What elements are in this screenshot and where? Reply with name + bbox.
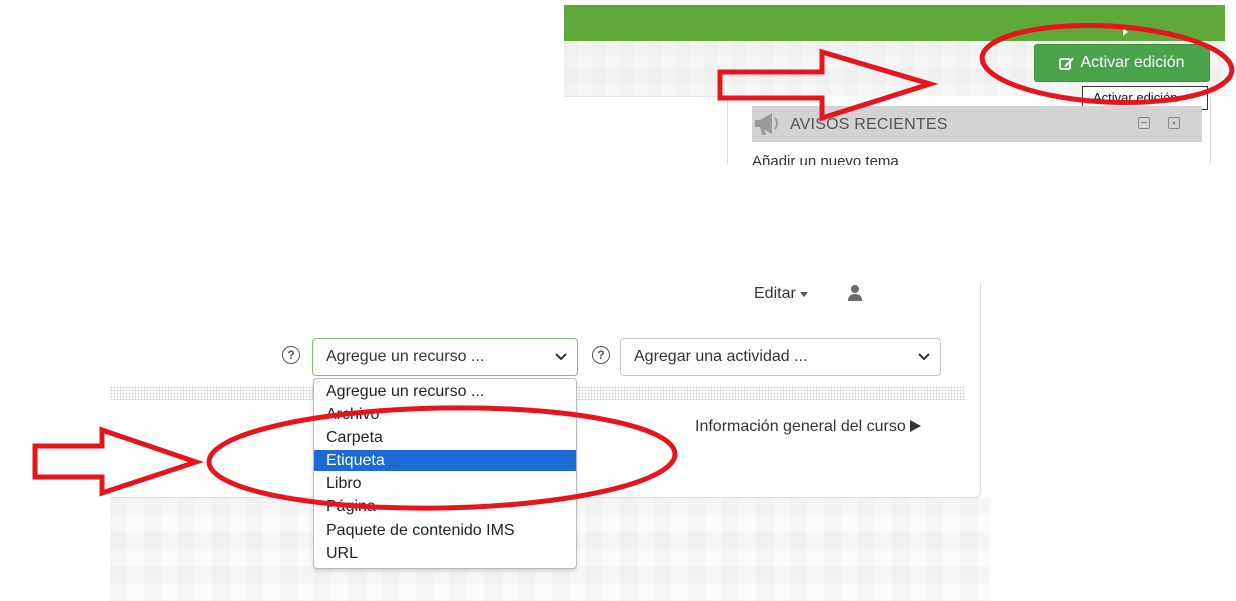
activar-edicion-label: Activar edición	[1080, 54, 1185, 71]
top-green-bar	[564, 5, 1225, 41]
add-resource-select[interactable]: Agregue un recurso ...	[312, 338, 578, 376]
option-libro[interactable]: Libro	[314, 473, 576, 494]
divider	[564, 96, 724, 97]
question-circle-icon[interactable]: ?	[282, 346, 300, 364]
chevron-down-icon	[555, 353, 567, 361]
option-url[interactable]: URL	[314, 543, 576, 564]
resource-dropdown-list: Agregue un recurso ... Archivo Carpeta E…	[313, 378, 577, 569]
question-circle-icon[interactable]: ?	[592, 346, 610, 364]
editar-label: Editar	[754, 285, 796, 302]
megaphone-icon	[752, 110, 784, 141]
caret-down-icon	[799, 292, 808, 297]
chevron-down-icon	[918, 353, 930, 361]
add-activity-value: Agregar una actividad ...	[634, 348, 808, 365]
user-icon[interactable]	[848, 284, 862, 307]
add-resource-value: Agregue un recurso ...	[326, 348, 485, 365]
triangle-right-icon	[909, 420, 921, 432]
option-carpeta[interactable]: Carpeta	[314, 427, 576, 448]
option-etiqueta[interactable]: Etiqueta	[314, 450, 576, 471]
option-agregue-recurso[interactable]: Agregue un recurso ...	[314, 381, 576, 402]
course-info-link[interactable]: Información general del curso	[695, 418, 921, 436]
course-info-label: Información general del curso	[695, 418, 906, 435]
play-icon	[1123, 28, 1128, 36]
edit-square-icon	[1059, 56, 1075, 71]
block-title: AVISOS RECIENTES	[790, 116, 948, 133]
add-topic-link[interactable]: Añadir un nuevo tema	[752, 153, 952, 165]
add-activity-select[interactable]: Agregar una actividad ...	[620, 338, 941, 376]
option-archivo[interactable]: Archivo	[314, 404, 576, 425]
activar-edicion-button[interactable]: Activar edición	[1034, 44, 1210, 82]
option-pagina[interactable]: Página	[314, 496, 576, 517]
avisos-block-header: AVISOS RECIENTES	[752, 106, 1202, 142]
editar-menu[interactable]: Editar	[754, 285, 808, 303]
dock-icon[interactable]	[1168, 117, 1180, 129]
collapse-icon[interactable]	[1138, 117, 1150, 129]
option-paquete-ims[interactable]: Paquete de contenido IMS	[314, 520, 576, 541]
